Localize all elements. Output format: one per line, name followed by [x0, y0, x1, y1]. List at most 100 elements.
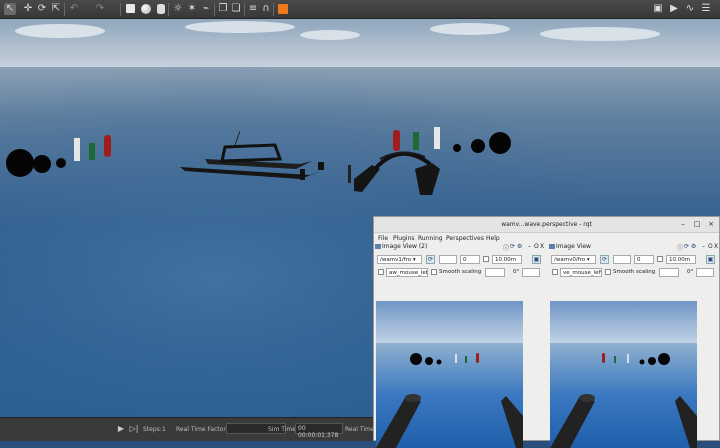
black-buoy[interactable]	[471, 139, 485, 153]
number-spinbox-value: 0	[637, 257, 641, 263]
topic-select-value: /wamv1/fro	[380, 257, 412, 263]
rotation-field[interactable]	[522, 268, 540, 277]
topic-select[interactable]: /wamv0/fro ▾	[551, 255, 596, 264]
camera-icon[interactable]: ▣	[652, 3, 664, 15]
menu-file[interactable]: File	[378, 235, 388, 242]
close-icon[interactable]: ×	[706, 219, 716, 229]
smooth-scaling-label: Smooth scaling	[439, 269, 482, 275]
sphere-icon[interactable]	[140, 3, 152, 15]
translate-icon[interactable]: ✛	[22, 3, 34, 15]
menu-perspectives[interactable]: Perspectives	[446, 235, 484, 242]
distance-checkbox[interactable]	[657, 256, 663, 262]
maximize-icon[interactable]: □	[692, 219, 702, 229]
spot-light-icon[interactable]: ⌁	[200, 3, 212, 15]
rqt-titlebar[interactable]: wamv...wave.perspective - rqt – □ ×	[374, 217, 719, 233]
step-icon[interactable]: ▷|	[128, 423, 140, 435]
number-spinbox[interactable]: 0	[634, 255, 654, 264]
red-marker-buoy[interactable]	[393, 130, 400, 151]
distance-checkbox[interactable]	[483, 256, 489, 262]
menu-plugins[interactable]: Plugins	[393, 235, 415, 242]
white-marker-buoy[interactable]	[434, 127, 440, 149]
panel-settings-icon[interactable]: ⚙	[691, 243, 696, 250]
blank-field-2[interactable]	[485, 268, 505, 277]
log-icon[interactable]: ☰	[700, 3, 712, 15]
smooth-scaling-checkbox[interactable]	[431, 269, 437, 275]
menu-help[interactable]: Help	[486, 235, 500, 242]
black-buoy[interactable]	[33, 155, 51, 173]
black-buoy[interactable]	[489, 132, 511, 154]
rotation-field[interactable]	[696, 268, 714, 277]
panel-title: Image View (2)	[382, 243, 428, 250]
refresh-topics-button[interactable]: ⟳	[426, 255, 435, 264]
green-marker-buoy[interactable]	[89, 143, 95, 160]
menu-running[interactable]: Running	[418, 235, 443, 242]
box-icon[interactable]	[125, 3, 137, 15]
toolbar-separator	[214, 3, 215, 16]
image-view-icon	[549, 244, 555, 249]
distance-spinbox[interactable]: 10.00m	[666, 255, 696, 264]
white-marker-buoy[interactable]	[74, 138, 80, 161]
play-icon[interactable]: ▶	[115, 423, 127, 435]
panel-minimize-icon[interactable]: –	[702, 243, 705, 250]
mouse-topic-checkbox[interactable]	[378, 269, 384, 275]
select-icon[interactable]: ↖	[4, 3, 16, 15]
save-image-button[interactable]: ▣	[706, 255, 715, 264]
gazebo-toolbar: ↖ ✛ ⟳ ⇱ ↶ ↷ ☼ ✶ ⌁ ❐ ❏ ≡ ∩ ▣ ▶ ∿ ☰	[0, 0, 720, 19]
sim-time-field: 00 00:00:01.378	[295, 423, 343, 439]
copy-icon[interactable]: ❐	[217, 3, 229, 15]
mouse-topic-field[interactable]: ve_mouse_left	[560, 268, 602, 277]
image-view-panel-2: Image View (2) ⓘ ⟳ ⚙ – O X /wamv1/fro ▾ …	[374, 243, 546, 448]
black-buoy[interactable]	[6, 149, 34, 177]
refresh-topics-button[interactable]: ⟳	[600, 255, 609, 264]
cylinder-icon[interactable]	[155, 3, 167, 15]
panel-help-icon[interactable]: ⓘ	[503, 243, 509, 252]
align-icon[interactable]: ≡	[247, 3, 259, 15]
undo-icon[interactable]: ↶	[68, 3, 80, 15]
camera-image-view-2[interactable]	[550, 301, 697, 448]
redo-icon[interactable]: ↷	[94, 3, 106, 15]
plot-icon[interactable]: ∿	[684, 3, 696, 15]
blank-field[interactable]	[613, 255, 631, 264]
sim-time-value: 00 00:00:01.378	[298, 425, 339, 439]
orange-tool-icon[interactable]	[277, 3, 289, 15]
panel-float-icon[interactable]: O	[534, 243, 539, 250]
green-marker-buoy[interactable]	[413, 132, 419, 150]
black-buoy[interactable]	[453, 144, 461, 152]
panel-close-icon[interactable]: X	[540, 243, 544, 250]
distance-spinbox[interactable]: 10.00m	[492, 255, 522, 264]
panel-close-icon[interactable]: X	[714, 243, 718, 250]
topic-select[interactable]: /wamv1/fro ▾	[377, 255, 422, 264]
blank-field-2[interactable]	[659, 268, 679, 277]
minimize-icon[interactable]: –	[678, 219, 688, 229]
blank-field[interactable]	[439, 255, 457, 264]
panel-settings-icon[interactable]: ⚙	[517, 243, 522, 250]
video-icon[interactable]: ▶	[668, 3, 680, 15]
panel-float-icon[interactable]: O	[708, 243, 713, 250]
red-marker-buoy[interactable]	[104, 135, 111, 157]
distance-spinbox-value: 10.00m	[669, 257, 691, 263]
save-image-button[interactable]: ▣	[532, 255, 541, 264]
image-view-icon	[375, 244, 381, 249]
mouse-topic-checkbox[interactable]	[552, 269, 558, 275]
panel-help-icon[interactable]: ⓘ	[677, 243, 683, 252]
steps-value[interactable]: 1	[162, 426, 166, 433]
sun-light-icon[interactable]: ☼	[172, 3, 184, 15]
panel-reload-icon[interactable]: ⟳	[510, 243, 515, 250]
rotate-icon[interactable]: ⟳	[36, 3, 48, 15]
scale-icon[interactable]: ⇱	[50, 3, 62, 15]
paste-icon[interactable]: ❏	[230, 3, 242, 15]
snap-icon[interactable]: ∩	[260, 3, 272, 15]
point-light-icon[interactable]: ✶	[186, 3, 198, 15]
number-spinbox[interactable]: 0	[460, 255, 480, 264]
smooth-scaling-checkbox[interactable]	[605, 269, 611, 275]
panel-reload-icon[interactable]: ⟳	[684, 243, 689, 250]
rqt-window[interactable]: wamv...wave.perspective - rqt – □ × File…	[373, 216, 720, 448]
black-buoy[interactable]	[56, 158, 66, 168]
toolbar-separator	[120, 3, 121, 16]
panel-minimize-icon[interactable]: –	[528, 243, 531, 250]
camera-image-view-1[interactable]	[376, 301, 523, 448]
rqt-menubar: File Plugins Running Perspectives Help	[374, 232, 719, 243]
mouse-topic-field[interactable]: aw_mouse_left	[386, 268, 428, 277]
steps-label: Steps:	[143, 426, 162, 433]
mouse-topic-value: ve_mouse_left	[563, 270, 602, 276]
